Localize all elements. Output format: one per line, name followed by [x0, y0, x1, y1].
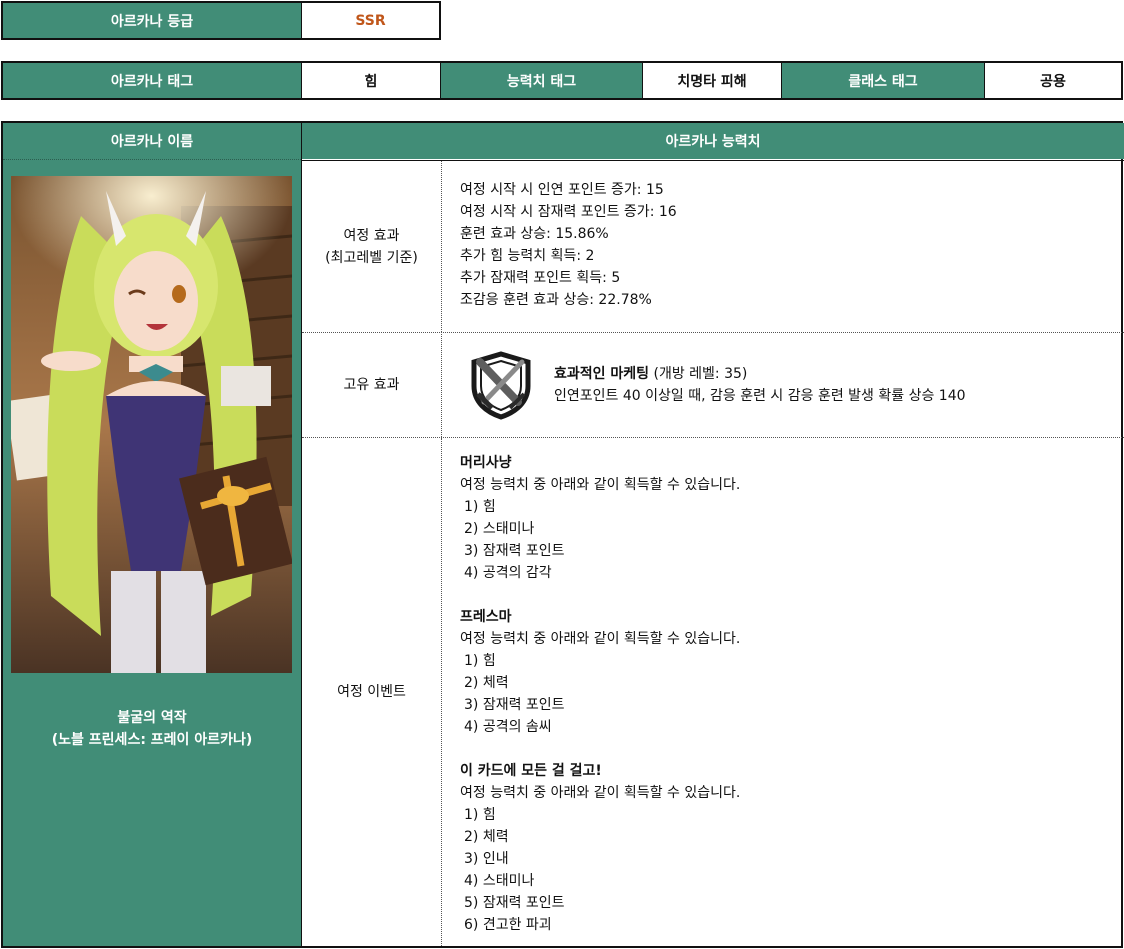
journey-effect-line: 여정 시작 시 인연 포인트 증가: 15: [460, 182, 664, 198]
arcana-portrait-image: [11, 176, 292, 673]
arcana-name: 불굴의 역작 (노블 프린세스: 프레이 아르카나): [3, 707, 301, 751]
event-desc: 여정 능력치 중 아래와 같이 획득할 수 있습니다.: [460, 631, 741, 647]
class-tag-label: 클래스 태그: [782, 63, 985, 98]
stats-header: 아르카나 능력치: [302, 123, 1124, 159]
event-item: 3) 잠재력 포인트: [464, 543, 565, 559]
grade-value: SSR: [302, 3, 439, 38]
arcana-name-line1: 불굴의 역작: [117, 710, 187, 726]
event-desc: 여정 능력치 중 아래와 같이 획득할 수 있습니다.: [460, 785, 741, 801]
event-item: 5) 잠재력 포인트: [464, 895, 565, 911]
unique-effect-row: 고유 효과 효과적인 마케팅 (개방 레벨: 35) 인연포인트 40 이상일 …: [302, 332, 1124, 438]
event-title: 머리사냥: [460, 455, 512, 471]
arcana-portrait: [11, 176, 292, 673]
journey-event-label: 여정 이벤트: [302, 438, 442, 946]
journey-effect-line: 추가 잠재력 포인트 획득: 5: [460, 270, 621, 286]
arcana-tag-label: 아르카나 태그: [3, 63, 302, 98]
event-block: 머리사냥 여정 능력치 중 아래와 같이 획득할 수 있습니다. 1) 힘 2)…: [460, 452, 1124, 584]
name-column: 아르카나 이름 불굴의 역작 (노블 프린세스: 프레이 아르카나): [3, 123, 301, 946]
event-title: 프레스마: [460, 609, 512, 625]
event-item: 1) 힘: [464, 499, 496, 515]
crossed-swords-shield-icon: [471, 350, 531, 420]
skill-level: (개방 레벨: 35): [653, 365, 748, 382]
journey-effect-row: 여정 효과 (최고레벨 기준) 여정 시작 시 인연 포인트 증가: 15 여정…: [302, 160, 1124, 333]
stats-column: 아르카나 능력치 여정 효과 (최고레벨 기준) 여정 시작 시 인연 포인트 …: [301, 123, 1124, 946]
skill-description: 인연포인트 40 이상일 때, 감응 훈련 시 감응 훈련 발생 확률 상승 1…: [554, 387, 966, 404]
event-title: 이 카드에 모든 걸 걸고!: [460, 763, 602, 779]
stat-tag-value: 치명타 피해: [643, 63, 782, 98]
grade-label: 아르카나 등급: [3, 3, 302, 38]
name-header: 아르카나 이름: [3, 123, 301, 160]
unique-effect-content: 효과적인 마케팅 (개방 레벨: 35) 인연포인트 40 이상일 때, 감응 …: [442, 332, 1124, 437]
event-item: 4) 공격의 감각: [464, 565, 552, 581]
journey-effect-label: 여정 효과 (최고레벨 기준): [302, 161, 442, 332]
journey-effect-line: 추가 힘 능력치 획득: 2: [460, 248, 595, 264]
journey-event-row: 여정 이벤트 머리사냥 여정 능력치 중 아래와 같이 획득할 수 있습니다. …: [302, 438, 1124, 946]
event-item: 1) 힘: [464, 807, 496, 823]
stat-tag-label: 능력치 태그: [441, 63, 643, 98]
journey-effect-line: 훈련 효과 상승: 15.86%: [460, 226, 609, 242]
tags-row: 아르카나 태그 힘 능력치 태그 치명타 피해 클래스 태그 공용: [1, 61, 1123, 100]
event-item: 2) 스태미나: [464, 521, 535, 537]
journey-effect-content: 여정 시작 시 인연 포인트 증가: 15 여정 시작 시 잠재력 포인트 증가…: [442, 161, 1124, 332]
event-item: 1) 힘: [464, 653, 496, 669]
unique-effect-label: 고유 효과: [302, 332, 442, 437]
journey-effect-line: 조감응 훈련 효과 상승: 22.78%: [460, 292, 652, 308]
skill-name: 효과적인 마케팅: [554, 365, 650, 382]
journey-effect-label-line1: 여정 효과: [343, 227, 400, 244]
event-item: 6) 견고한 파괴: [464, 917, 552, 933]
event-desc: 여정 능력치 중 아래와 같이 획득할 수 있습니다.: [460, 477, 741, 493]
class-tag-value: 공용: [985, 63, 1121, 98]
grade-row: 아르카나 등급 SSR: [1, 1, 441, 40]
event-item: 4) 공격의 솜씨: [464, 719, 552, 735]
journey-effect-label-line2: (최고레벨 기준): [325, 249, 418, 266]
event-item: 3) 인내: [464, 851, 509, 867]
event-block: 이 카드에 모든 걸 걸고! 여정 능력치 중 아래와 같이 획득할 수 있습니…: [460, 760, 1124, 936]
arcana-name-line2: (노블 프린세스: 프레이 아르카나): [51, 732, 253, 748]
event-item: 2) 체력: [464, 829, 509, 845]
event-block: 프레스마 여정 능력치 중 아래와 같이 획득할 수 있습니다. 1) 힘 2)…: [460, 606, 1124, 738]
event-item: 3) 잠재력 포인트: [464, 697, 565, 713]
event-item: 4) 스태미나: [464, 873, 535, 889]
arcana-tag-value: 힘: [302, 63, 441, 98]
event-item: 2) 체력: [464, 675, 509, 691]
arcana-table: 아르카나 이름 불굴의 역작 (노블 프린세스: 프레이 아르카나) 아르카나 …: [1, 121, 1124, 948]
journey-effect-line: 여정 시작 시 잠재력 포인트 증가: 16: [460, 204, 677, 220]
journey-event-content: 머리사냥 여정 능력치 중 아래와 같이 획득할 수 있습니다. 1) 힘 2)…: [442, 438, 1124, 946]
